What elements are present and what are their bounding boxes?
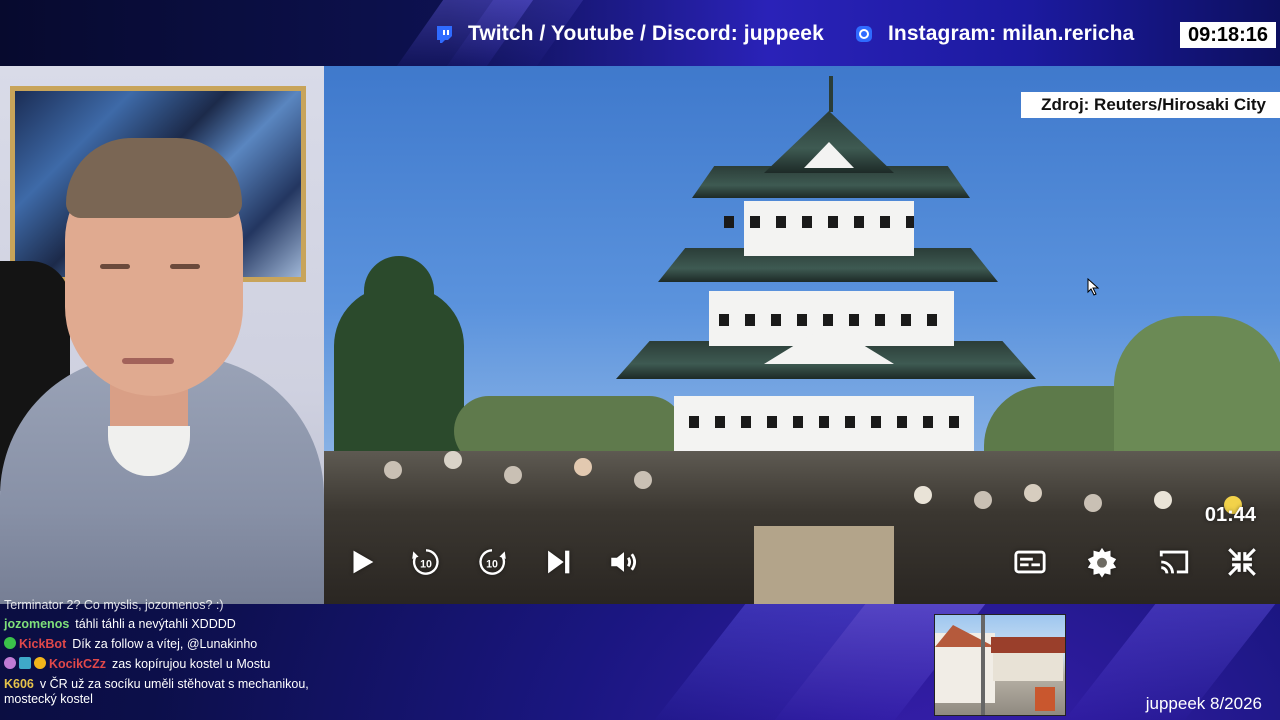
social-links: Twitch / Youtube / Discord: juppeek [434, 20, 824, 48]
verified-badge-icon [4, 637, 16, 649]
video-timecode: 01:44 [1204, 504, 1256, 526]
chat-panel: Terminator 2? Co myslis, jozomenos? :) j… [0, 598, 330, 720]
video-player[interactable]: Zdroj: Reuters/Hirosaki City 01:44 10 10 [324, 66, 1280, 604]
subscriber-badge-icon [4, 657, 16, 669]
chat-text: táhli táhli a nevýtahli XDDDD [75, 617, 236, 631]
exit-fullscreen-button[interactable] [1222, 536, 1262, 588]
chat-message: K606 v ČR už za socíku uměli stěhovat s m… [4, 677, 324, 692]
moderator-badge-icon [19, 657, 31, 669]
next-icon [548, 550, 570, 574]
cast-icon [1159, 550, 1189, 574]
next-button[interactable] [538, 536, 578, 588]
stream-overlay: Twitch / Youtube / Discord: juppeek Inst… [0, 0, 1280, 720]
chat-message: KickBot Dík za follow a vítej, @Lunakinho [4, 637, 324, 652]
instagram-icon [854, 24, 874, 44]
exit-fullscreen-icon [1228, 548, 1256, 576]
svg-text:10: 10 [420, 558, 432, 570]
video-controls: 10 10 [324, 536, 1280, 588]
chat-username: jozomenos [4, 617, 70, 631]
chat-message-continuation: mostecký kostel [4, 692, 93, 706]
street-camera-preview [934, 614, 1066, 716]
social-instagram-label: Instagram: milan.rericha [888, 22, 1135, 45]
webcam-feed [0, 66, 324, 604]
rewind-10-icon: 10 [412, 549, 439, 575]
settings-icon [1087, 547, 1117, 578]
svg-text:10: 10 [486, 558, 498, 570]
chat-username: K606 [4, 677, 34, 691]
settings-button[interactable] [1082, 536, 1122, 588]
volume-icon [611, 552, 637, 572]
forward-10-icon: 10 [479, 549, 506, 575]
play-button[interactable] [342, 536, 382, 588]
twitch-icon [434, 24, 454, 44]
cast-button[interactable] [1154, 536, 1194, 588]
source-label: Zdroj: Reuters/Hirosaki City [1021, 92, 1280, 118]
channel-tag: juppeek 8/2026 [1145, 694, 1262, 713]
social-twitch-youtube-discord: Twitch / Youtube / Discord: juppeek [468, 22, 824, 45]
chat-message: KocikCZz zas kopírujou kostel u Mostu [4, 657, 324, 672]
chat-text: v ČR už za socíku uměli stěhovat s mecha… [39, 677, 309, 691]
subtitles-button[interactable] [1010, 536, 1050, 588]
subtitles-icon [1014, 550, 1046, 574]
chat-message-partial: Terminator 2? Co myslis, jozomenos? :) [4, 598, 224, 612]
social-instagram: Instagram: milan.rericha [854, 20, 1134, 48]
clock: 09:18:16 [1180, 22, 1276, 48]
play-icon [353, 550, 374, 574]
forward-10-button[interactable]: 10 [472, 536, 512, 588]
coin-badge-icon [34, 657, 46, 669]
mouse-cursor-icon [1087, 278, 1100, 296]
volume-button[interactable] [604, 536, 644, 588]
rewind-10-button[interactable]: 10 [406, 536, 446, 588]
chat-text: zas kopírujou kostel u Mostu [111, 657, 271, 671]
chat-username: KickBot [19, 637, 67, 651]
top-bar: Twitch / Youtube / Discord: juppeek Inst… [0, 0, 1280, 66]
chat-message: jozomenos táhli táhli a nevýtahli XDDDD [4, 617, 324, 632]
chat-text: Dík za follow a vítej, @Lunakinho [72, 637, 258, 651]
chat-username: KocikCZz [49, 657, 106, 671]
